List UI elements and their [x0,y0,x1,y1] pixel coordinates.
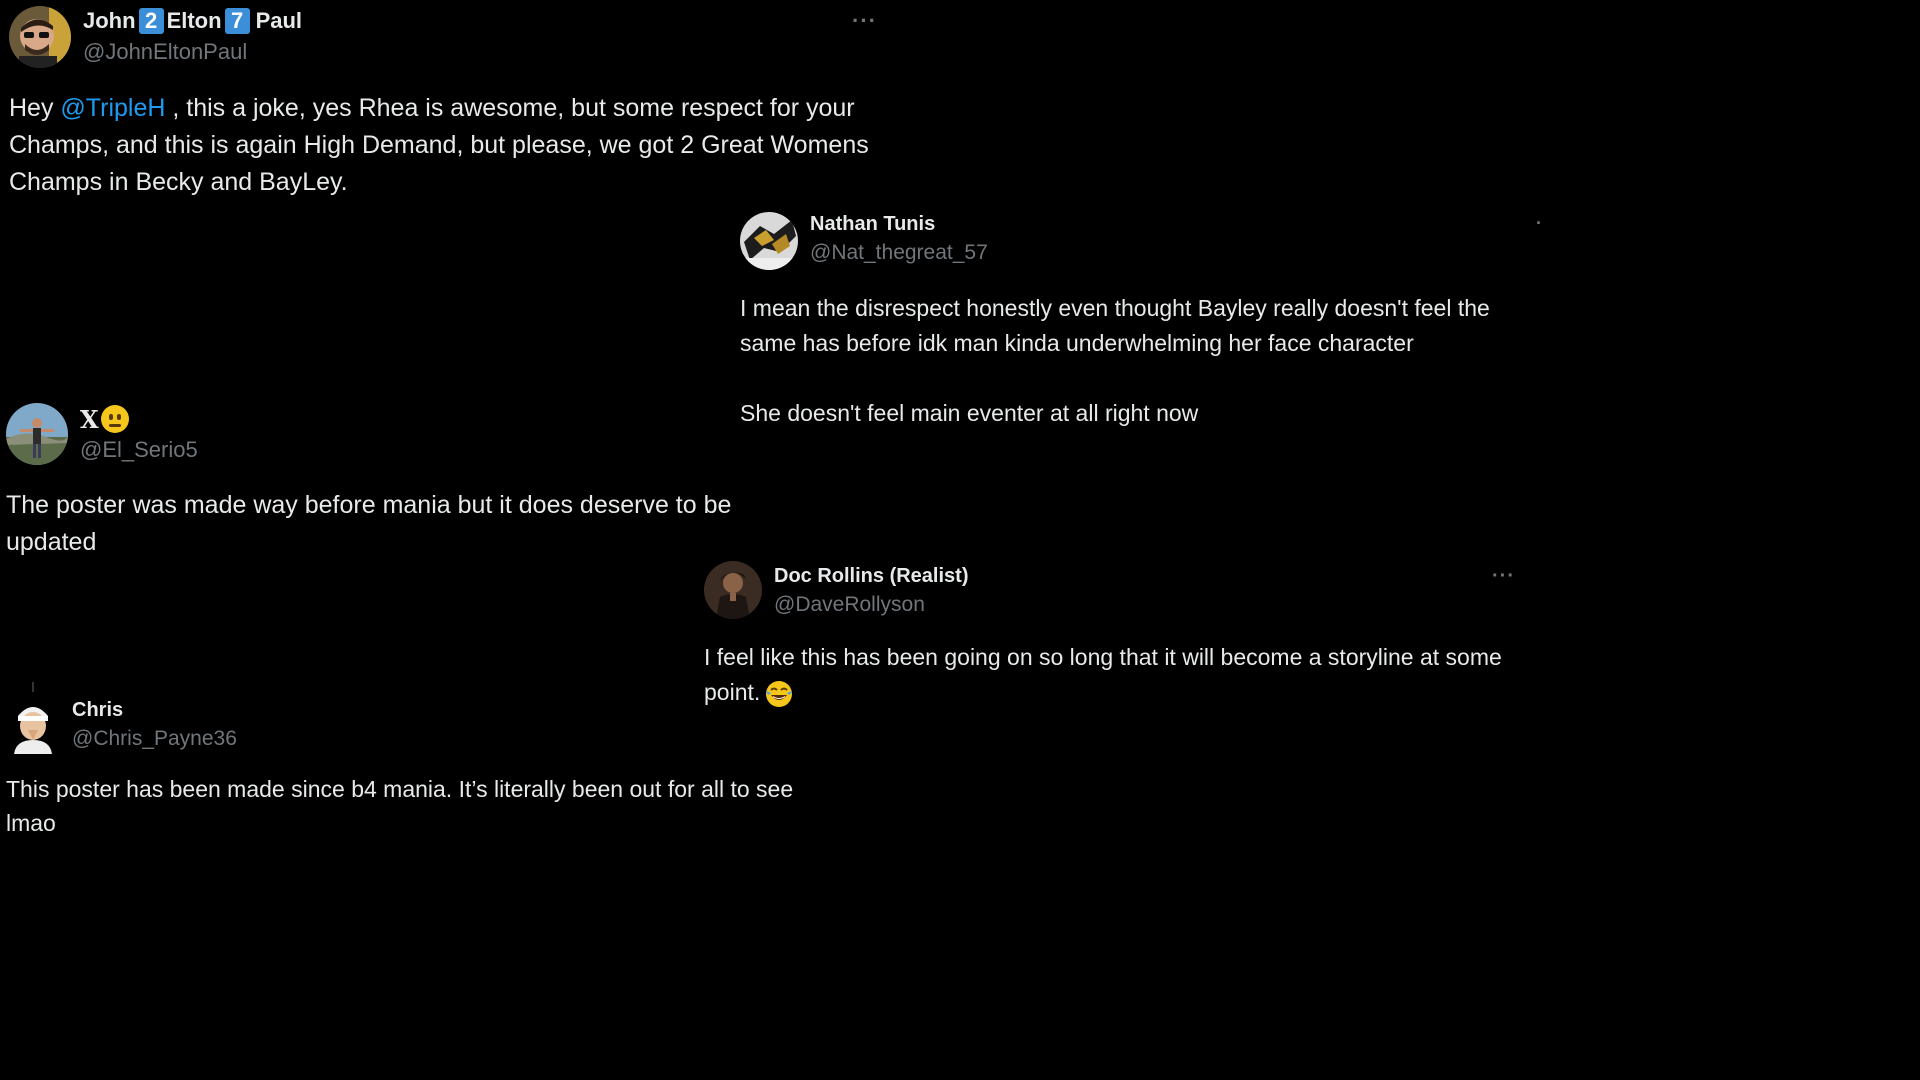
name-part-first: John [83,8,136,33]
tweet-text-start: Hey [9,94,61,122]
tweet-el-serio5[interactable]: X @El_Serio5 The poster was made way bef… [0,395,820,565]
user-avatar-icon [9,6,71,68]
name-part-middle: Elton [166,8,222,33]
display-name[interactable]: Doc Rollins (Realist) [774,565,968,588]
display-name[interactable]: Nathan Tunis [810,213,935,236]
tweet-text: I mean the disrespect honestly even thou… [740,291,1540,431]
tweet-text: This poster has been made since b4 mania… [6,776,794,836]
tweet-nathantunis[interactable]: Nathan Tunis @Nat_thegreat_57 · I mean t… [730,205,1560,435]
name-badge-2: 2 [138,8,164,34]
tweet-paragraph: She doesn't feel main eventer at all rig… [740,400,1199,426]
user-avatar-icon [704,561,762,619]
avatar[interactable] [740,212,798,270]
display-name[interactable]: Chris [72,699,123,722]
display-name[interactable]: X [80,403,129,435]
more-options-icon[interactable]: ··· [1492,565,1515,588]
user-handle[interactable]: @Nat_thegreat_57 [810,241,988,265]
tweet-text: I feel like this has been going on so lo… [704,640,1524,710]
name-part-last: Paul [255,8,303,33]
tweet-chris-payne36[interactable]: Chris @Chris_Payne36 This poster has bee… [0,680,820,860]
mention-link[interactable]: @TripleH [60,94,165,122]
user-handle[interactable]: @Chris_Payne36 [72,727,237,751]
tweet-text: The poster was made way before mania but… [6,491,732,556]
tweet-text-content: I feel like this has been going on so lo… [704,644,1502,705]
user-avatar-icon [6,403,68,465]
more-options-icon[interactable]: ··· [852,8,877,34]
tweet-paragraph: I mean the disrespect honestly even thou… [740,295,1490,356]
name-badge-7: 7 [224,8,250,34]
user-handle[interactable]: @JohnEltonPaul [83,39,247,65]
user-handle[interactable]: @El_Serio5 [80,437,198,463]
avatar[interactable] [6,403,68,465]
display-name[interactable]: John 2 Elton 7 Paul [83,6,302,36]
avatar[interactable] [10,700,56,754]
neutral-face-emoji-icon [100,405,129,433]
avatar[interactable] [704,561,762,619]
tweet-johneltonpaul[interactable]: John 2 Elton 7 Paul @JohnEltonPaul ··· H… [0,0,900,210]
user-avatar-icon [740,212,798,270]
thread-line [32,682,34,692]
user-avatar-icon [10,700,56,754]
user-handle[interactable]: @DaveRollyson [774,593,925,617]
tweet-text: Hey @TripleH , this a joke, yes Rhea is … [9,90,889,201]
display-name-text: X [80,404,99,434]
more-options-icon[interactable]: · [1536,213,1543,234]
tweet-daverollyson[interactable]: Doc Rollins (Realist) @DaveRollyson ··· … [694,557,1544,717]
avatar[interactable] [9,6,71,68]
